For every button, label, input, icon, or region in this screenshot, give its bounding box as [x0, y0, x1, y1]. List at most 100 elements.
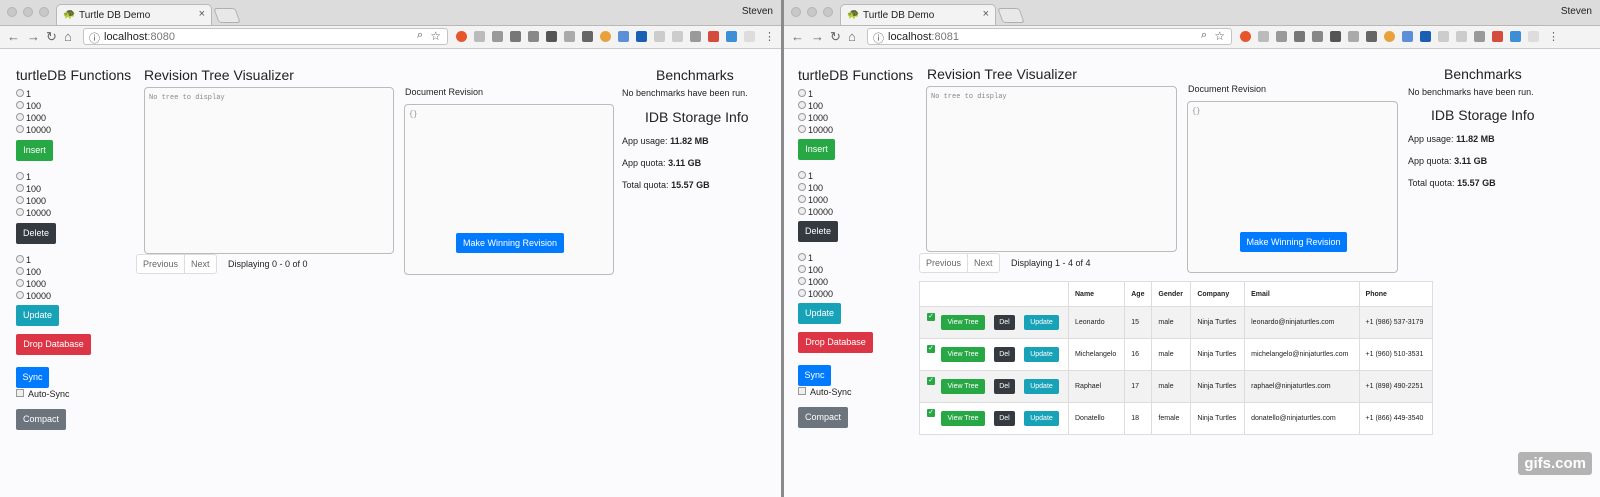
- drop-database-button[interactable]: Drop Database: [798, 332, 873, 353]
- zoom-icon[interactable]: ⌕: [1201, 29, 1207, 42]
- radio-option[interactable]: 1000: [16, 278, 51, 290]
- back-icon[interactable]: ←: [7, 29, 20, 44]
- bookmark-star-icon[interactable]: ☆: [430, 29, 441, 43]
- extension-icon[interactable]: [474, 31, 485, 42]
- zoom-window-button[interactable]: [823, 7, 833, 17]
- del-button[interactable]: Del: [994, 347, 1015, 362]
- reload-icon[interactable]: ↻: [46, 29, 57, 45]
- eyedropper-extension-icon[interactable]: [510, 31, 521, 42]
- revision-tree-panel[interactable]: No tree to display: [144, 87, 394, 254]
- radio-option[interactable]: 100: [16, 266, 51, 278]
- radio-option[interactable]: 10000: [798, 288, 833, 300]
- update-row-button[interactable]: Update: [1024, 315, 1059, 330]
- close-window-button[interactable]: [7, 7, 17, 17]
- del-button[interactable]: Del: [994, 411, 1015, 426]
- previous-button[interactable]: Previous: [920, 254, 967, 272]
- radio-option[interactable]: 1000: [798, 276, 833, 288]
- info-icon[interactable]: ⓘ: [873, 30, 884, 46]
- delete-button[interactable]: Delete: [798, 221, 838, 242]
- previous-button[interactable]: Previous: [137, 255, 184, 273]
- extension-icon[interactable]: [654, 31, 665, 42]
- drop-database-button[interactable]: Drop Database: [16, 334, 91, 355]
- auto-sync-checkbox[interactable]: Auto-Sync: [798, 387, 852, 397]
- radio-option[interactable]: 10000: [16, 290, 51, 302]
- radio-option[interactable]: 1: [16, 88, 51, 100]
- extension-icon[interactable]: [1402, 31, 1413, 42]
- extension-icon[interactable]: [1510, 31, 1521, 42]
- extension-icon[interactable]: [1420, 31, 1431, 42]
- table-row[interactable]: ✓ View Tree Del Update Michelangelo 16 m…: [919, 338, 1434, 371]
- row-checkbox[interactable]: ✓: [927, 409, 935, 417]
- radio-option[interactable]: 100: [16, 183, 51, 195]
- radio-option[interactable]: 1000: [16, 195, 51, 207]
- compact-button[interactable]: Compact: [798, 407, 848, 428]
- row-checkbox[interactable]: ✓: [927, 377, 935, 385]
- view-tree-button[interactable]: View Tree: [941, 379, 985, 394]
- extension-icon[interactable]: [1258, 31, 1269, 42]
- extension-icon[interactable]: [636, 31, 647, 42]
- browser-tab[interactable]: 🐢 Turtle DB Demo ×: [840, 4, 996, 25]
- opera-extension-icon[interactable]: [456, 31, 467, 42]
- menu-icon[interactable]: ⋮: [764, 30, 775, 43]
- insert-button[interactable]: Insert: [16, 140, 53, 161]
- extension-icon[interactable]: [672, 31, 683, 42]
- auto-sync-checkbox[interactable]: Auto-Sync: [16, 389, 70, 399]
- compact-button[interactable]: Compact: [16, 409, 66, 430]
- extension-icon[interactable]: [1330, 31, 1341, 42]
- radio-option[interactable]: 100: [798, 264, 833, 276]
- extension-icon[interactable]: [564, 31, 575, 42]
- extension-icon[interactable]: [1474, 31, 1485, 42]
- radio-option[interactable]: 1000: [16, 112, 51, 124]
- extension-icon[interactable]: [492, 31, 503, 42]
- del-button[interactable]: Del: [994, 379, 1015, 394]
- radio-option[interactable]: 1: [16, 254, 51, 266]
- next-button[interactable]: Next: [184, 255, 216, 273]
- profile-name[interactable]: Steven: [742, 6, 773, 17]
- minimize-window-button[interactable]: [23, 7, 33, 17]
- browser-tab[interactable]: 🐢 Turtle DB Demo ×: [56, 4, 212, 25]
- radio-option[interactable]: 1: [16, 171, 51, 183]
- home-icon[interactable]: ⌂: [64, 29, 72, 44]
- extension-icon[interactable]: [1492, 31, 1503, 42]
- make-winning-revision-button[interactable]: Make Winning Revision: [456, 233, 564, 253]
- address-bar[interactable]: ⓘ localhost:8080 ⌕ ☆: [83, 28, 448, 45]
- address-bar[interactable]: ⓘ localhost:8081 ⌕ ☆: [867, 28, 1232, 45]
- menu-icon[interactable]: ⋮: [1548, 30, 1559, 43]
- new-tab-button[interactable]: [997, 8, 1025, 23]
- extension-icon[interactable]: [1438, 31, 1449, 42]
- zoom-icon[interactable]: ⌕: [417, 29, 423, 42]
- microphone-extension-icon[interactable]: [582, 31, 593, 42]
- bookmark-star-icon[interactable]: ☆: [1214, 29, 1225, 43]
- extension-icon[interactable]: [1456, 31, 1467, 42]
- row-checkbox[interactable]: ✓: [927, 345, 935, 353]
- extension-icon[interactable]: [618, 31, 629, 42]
- sync-button[interactable]: Sync: [16, 367, 49, 388]
- table-row[interactable]: ✓ View Tree Del Update Leonardo 15 male …: [919, 306, 1434, 339]
- extension-icon[interactable]: [690, 31, 701, 42]
- update-button[interactable]: Update: [16, 305, 59, 326]
- radio-option[interactable]: 10000: [798, 206, 833, 218]
- minimize-window-button[interactable]: [807, 7, 817, 17]
- new-tab-button[interactable]: [213, 8, 241, 23]
- eyedropper-extension-icon[interactable]: [1294, 31, 1305, 42]
- radio-option[interactable]: 10000: [16, 124, 51, 136]
- make-winning-revision-button[interactable]: Make Winning Revision: [1240, 232, 1347, 252]
- del-button[interactable]: Del: [994, 315, 1015, 330]
- radio-option[interactable]: 100: [798, 100, 833, 112]
- close-tab-icon[interactable]: ×: [199, 8, 205, 20]
- forward-icon[interactable]: →: [27, 29, 40, 44]
- extension-icon[interactable]: [744, 31, 755, 42]
- extension-icon[interactable]: [1276, 31, 1287, 42]
- extension-icon[interactable]: [528, 31, 539, 42]
- back-icon[interactable]: ←: [791, 29, 804, 44]
- next-button[interactable]: Next: [967, 254, 999, 272]
- extension-icon[interactable]: [1348, 31, 1359, 42]
- extension-icon[interactable]: [708, 31, 719, 42]
- revision-tree-panel[interactable]: No tree to display: [926, 86, 1177, 252]
- url-text[interactable]: localhost:8080: [104, 31, 175, 43]
- row-checkbox[interactable]: ✓: [927, 313, 935, 321]
- radio-option[interactable]: 1: [798, 88, 833, 100]
- profile-name[interactable]: Steven: [1561, 6, 1592, 17]
- reload-icon[interactable]: ↻: [830, 29, 841, 45]
- extension-icon[interactable]: [1528, 31, 1539, 42]
